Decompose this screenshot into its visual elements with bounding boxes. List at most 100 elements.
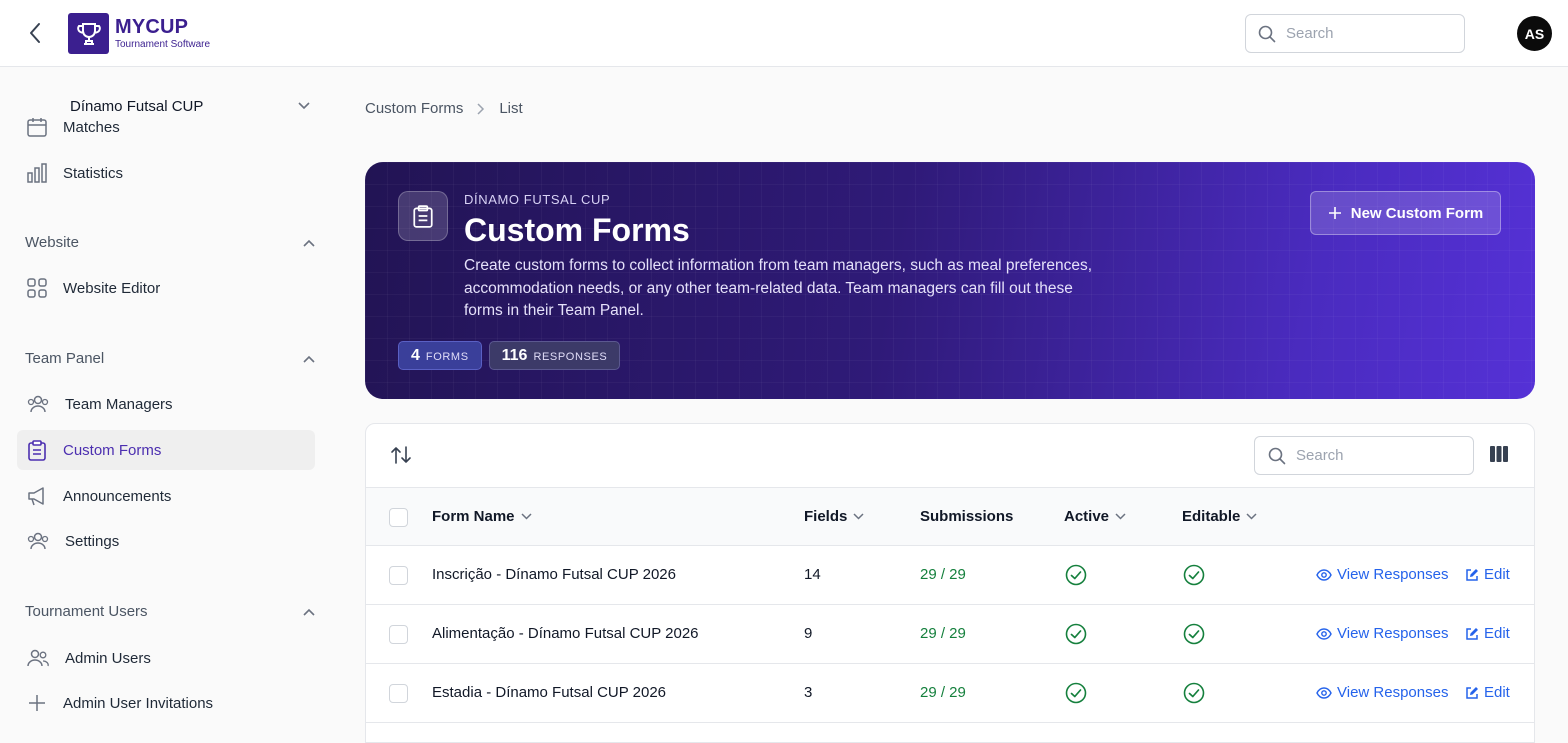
forms-table-card: Form Name Fields Submissions Active Edit… (365, 423, 1535, 743)
sidebar-item-announcements[interactable]: Announcements (17, 476, 315, 516)
view-responses-link[interactable]: View Responses (1316, 566, 1448, 583)
eye-icon (1316, 568, 1332, 581)
breadcrumb-custom-forms[interactable]: Custom Forms (365, 100, 463, 117)
clipboard-icon (398, 191, 448, 241)
sidebar-item-team-managers[interactable]: Team Managers (17, 384, 315, 424)
bar-chart-icon (27, 163, 47, 183)
forms-count-badge: 4 FORMS (398, 341, 482, 370)
sidebar-item-label: Statistics (63, 164, 124, 182)
table-search[interactable] (1254, 436, 1474, 475)
edit-icon (1466, 627, 1478, 640)
edit-label: Edit (1484, 566, 1510, 583)
sidebar-item-label: Admin Users (65, 649, 151, 667)
active-check-icon (1065, 564, 1087, 586)
sidebar: Dínamo Futsal CUP Matches Statistics Web… (0, 68, 332, 728)
row-checkbox[interactable] (389, 684, 408, 703)
hero-stats: 4 FORMS 116 RESPONSES (398, 341, 621, 370)
sidebar-section-website[interactable]: Website (25, 234, 315, 251)
sidebar-item-settings[interactable]: Settings (17, 521, 315, 561)
plus-icon (29, 695, 45, 711)
view-responses-label: View Responses (1337, 566, 1449, 583)
user-avatar[interactable]: AS (1517, 16, 1552, 51)
calendar-icon (27, 118, 47, 137)
submissions-count: 29 / 29 (920, 684, 966, 701)
view-responses-link[interactable]: View Responses (1316, 625, 1448, 642)
search-icon (1268, 447, 1286, 464)
users-icon (27, 395, 49, 413)
form-name: Inscrição - Dínamo Futsal CUP 2026 (432, 566, 676, 583)
fields-count: 9 (804, 625, 813, 642)
sidebar-item-admin-user-invitations[interactable]: Admin User Invitations (17, 683, 315, 723)
edit-icon (1466, 686, 1478, 699)
logo[interactable]: MYCUP Tournament Software (68, 13, 210, 54)
logo-subtitle: Tournament Software (115, 39, 211, 50)
table-row[interactable]: Alimentação - Dínamo Futsal CUP 2026 9 2… (366, 605, 1534, 664)
chevron-up-icon (303, 355, 315, 363)
section-label: Tournament Users (25, 603, 148, 620)
global-search-input[interactable] (1286, 25, 1446, 42)
column-header-fields[interactable]: Fields (804, 508, 864, 525)
new-custom-form-label: New Custom Form (1350, 204, 1484, 222)
row-checkbox[interactable] (389, 566, 408, 585)
table-header: Form Name Fields Submissions Active Edit… (366, 487, 1534, 546)
sidebar-item-label: Matches (63, 118, 120, 136)
edit-link[interactable]: Edit (1465, 684, 1510, 701)
section-label: Team Panel (25, 350, 105, 367)
users-icon (27, 532, 49, 550)
section-label: Website (25, 234, 79, 251)
sidebar-item-label: Team Managers (65, 395, 173, 413)
sidebar-item-admin-users[interactable]: Admin Users (17, 638, 315, 678)
sidebar-item-statistics[interactable]: Statistics (17, 153, 315, 193)
fields-count: 3 (804, 684, 813, 701)
edit-label: Edit (1484, 625, 1510, 642)
table-search-input[interactable] (1296, 447, 1456, 464)
column-label: Editable (1182, 508, 1241, 525)
hero-eyebrow: DÍNAMO FUTSAL CUP (464, 192, 611, 207)
column-header-editable[interactable]: Editable (1182, 508, 1257, 525)
column-header-submissions: Submissions (920, 508, 1013, 525)
column-header-active[interactable]: Active (1064, 508, 1126, 525)
columns-icon (1490, 446, 1508, 462)
responses-unit: RESPONSES (533, 351, 608, 363)
column-header-form-name[interactable]: Form Name (432, 508, 532, 525)
edit-label: Edit (1484, 684, 1510, 701)
view-responses-label: View Responses (1337, 625, 1449, 642)
chevron-down-icon (853, 513, 864, 520)
edit-link[interactable]: Edit (1465, 566, 1510, 583)
breadcrumb-list: List (499, 100, 523, 117)
eye-icon (1316, 686, 1332, 699)
plus-icon (1328, 207, 1341, 219)
sidebar-item-custom-forms[interactable]: Custom Forms (17, 430, 315, 470)
chevron-right-icon (477, 102, 485, 115)
new-custom-form-button[interactable]: New Custom Form (1310, 191, 1501, 235)
sidebar-section-team-panel[interactable]: Team Panel (25, 350, 315, 367)
form-name: Alimentação - Dínamo Futsal CUP 2026 (432, 625, 699, 642)
sidebar-item-matches[interactable]: Matches (17, 107, 315, 147)
chevron-down-icon (1115, 513, 1126, 520)
chevron-up-icon (303, 239, 315, 247)
submissions-count: 29 / 29 (920, 566, 966, 583)
sidebar-item-website-editor[interactable]: Website Editor (17, 268, 315, 308)
select-all-checkbox[interactable] (389, 508, 408, 527)
responses-count-badge: 116 RESPONSES (488, 341, 621, 370)
back-button[interactable] (22, 20, 48, 46)
table-row[interactable]: Inscrição - Dínamo Futsal CUP 2026 14 29… (366, 546, 1534, 605)
column-label: Fields (804, 508, 848, 525)
sidebar-section-tournament-users[interactable]: Tournament Users (25, 603, 315, 620)
chevron-down-icon (521, 513, 532, 520)
form-name: Estadia - Dínamo Futsal CUP 2026 (432, 684, 667, 701)
sidebar-item-label: Announcements (63, 487, 172, 505)
breadcrumb: Custom Forms List (365, 100, 523, 117)
hero-banner: DÍNAMO FUTSAL CUP Custom Forms Create cu… (365, 162, 1535, 399)
megaphone-icon (28, 487, 44, 506)
global-search[interactable] (1245, 14, 1465, 53)
editable-check-icon (1183, 682, 1205, 704)
grid-icon (27, 278, 47, 298)
view-responses-link[interactable]: View Responses (1316, 684, 1448, 701)
fields-count: 14 (804, 566, 821, 583)
sort-button[interactable] (390, 444, 412, 468)
table-row[interactable]: Estadia - Dínamo Futsal CUP 2026 3 29 / … (366, 664, 1534, 723)
row-checkbox[interactable] (389, 625, 408, 644)
columns-toggle-button[interactable] (1489, 445, 1511, 467)
edit-link[interactable]: Edit (1465, 625, 1510, 642)
